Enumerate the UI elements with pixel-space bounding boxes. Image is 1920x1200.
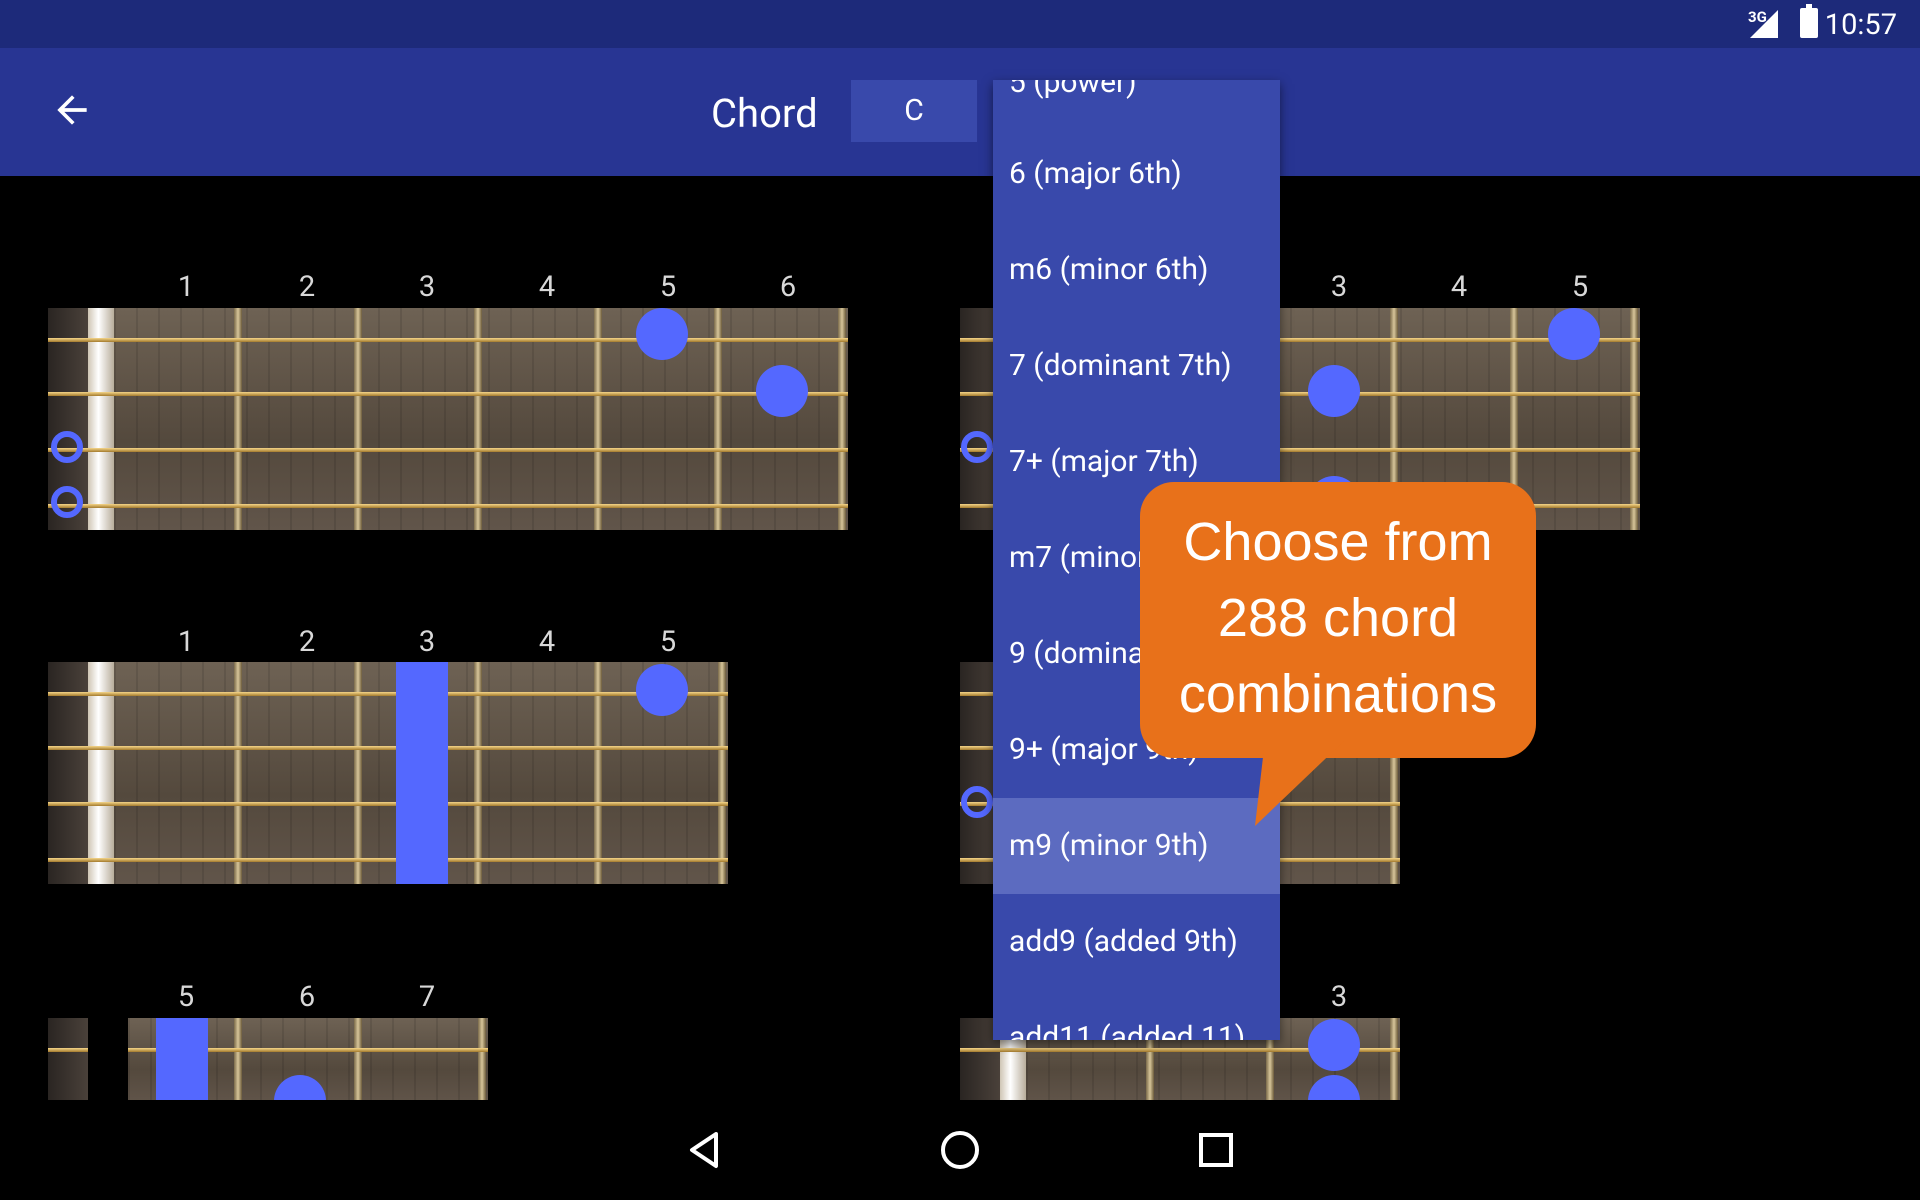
fret-number: 6: [779, 270, 797, 304]
finger-dot: [756, 365, 808, 417]
fret-number: 1: [177, 270, 195, 304]
fret-number: 1: [177, 625, 195, 659]
fret-number: 2: [298, 270, 316, 304]
page-title: Chord: [711, 90, 818, 137]
fret-number: 4: [538, 270, 556, 304]
fret-number: 7: [418, 980, 436, 1014]
fret-number: 4: [1450, 270, 1468, 304]
chord-type-option[interactable]: add9 (added 9th): [993, 894, 1280, 990]
finger-dot: [636, 308, 688, 360]
fret-number: 3: [1330, 980, 1348, 1014]
fret-number: 6: [298, 980, 316, 1014]
fret-number: 4: [538, 625, 556, 659]
chord-type-option-selected[interactable]: m9 (minor 9th): [993, 798, 1280, 894]
finger-dot: [636, 664, 688, 716]
nav-home-icon[interactable]: [938, 1128, 982, 1172]
fret-number: 3: [418, 270, 436, 304]
chord-type-option[interactable]: 7 (dominant 7th): [993, 318, 1280, 414]
callout-tail: [1255, 740, 1345, 826]
fret-number: 3: [1330, 270, 1348, 304]
battery-icon: [1800, 4, 1818, 38]
nav-back-icon[interactable]: [682, 1128, 726, 1172]
chord-type-option[interactable]: m6 (minor 6th): [993, 222, 1280, 318]
fret-number: 5: [1571, 270, 1589, 304]
fret-number: 5: [659, 625, 677, 659]
clock: 10:57: [1824, 8, 1897, 42]
status-bar: 3G 10:57: [0, 0, 1920, 48]
signal-icon: [1750, 10, 1778, 38]
chord-type-option[interactable]: add11 (added 11): [993, 990, 1280, 1040]
open-string-marker: [51, 486, 83, 518]
app-bar: Chord C: [0, 48, 1920, 176]
fret-number: 3: [418, 625, 436, 659]
barre-marker: [156, 1018, 208, 1104]
fret-number: 2: [298, 625, 316, 659]
barre-marker: [396, 662, 448, 884]
fretboard-headstock: [48, 1018, 88, 1104]
fretboard[interactable]: [48, 662, 728, 884]
open-string-marker: [961, 786, 993, 818]
open-string-marker: [51, 431, 83, 463]
back-arrow-icon[interactable]: [50, 88, 94, 132]
finger-dot: [1308, 365, 1360, 417]
fretboard[interactable]: [48, 308, 848, 530]
finger-dot: [1308, 1019, 1360, 1071]
finger-dot: [1548, 308, 1600, 360]
promo-callout: Choose from 288 chord combinations: [1140, 482, 1536, 758]
chord-type-option[interactable]: 6 (major 6th): [993, 126, 1280, 222]
nav-recents-icon[interactable]: [1194, 1128, 1238, 1172]
chord-type-option[interactable]: 5 (power): [993, 80, 1280, 131]
fret-number: 5: [659, 270, 677, 304]
root-note-select[interactable]: C: [851, 80, 977, 142]
open-string-marker: [961, 431, 993, 463]
fret-number: 5: [177, 980, 195, 1014]
